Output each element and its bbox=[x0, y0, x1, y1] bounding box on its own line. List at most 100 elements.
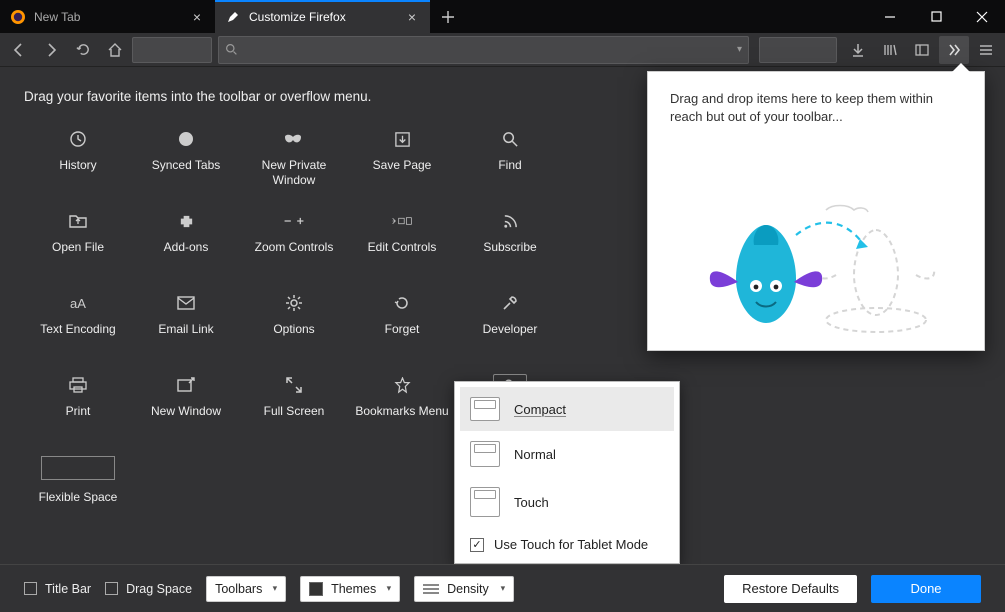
library-button[interactable] bbox=[875, 36, 905, 64]
palette-item-bookmarks-menu[interactable]: Bookmarks Menu bbox=[348, 368, 456, 446]
nav-placeholder-box-2[interactable] bbox=[759, 37, 837, 63]
palette-label: New Window bbox=[151, 404, 221, 419]
character-icon: aA bbox=[67, 292, 89, 314]
svg-text:aA: aA bbox=[70, 296, 86, 311]
palette-item-print[interactable]: Print bbox=[24, 368, 132, 446]
firefox-icon bbox=[10, 9, 26, 25]
palette-item-flexible-space[interactable]: Flexible Space bbox=[24, 450, 132, 505]
density-option-label: Compact bbox=[514, 402, 566, 417]
palette-item-options[interactable]: Options bbox=[240, 286, 348, 364]
palette-item-addons[interactable]: Add-ons bbox=[132, 204, 240, 282]
density-tablet-mode-check[interactable]: ✓ Use Touch for Tablet Mode bbox=[460, 527, 674, 558]
reload-button[interactable] bbox=[68, 36, 98, 64]
palette-label: New Private Window bbox=[244, 158, 344, 188]
restore-defaults-button[interactable]: Restore Defaults bbox=[724, 575, 857, 603]
rss-icon bbox=[499, 210, 521, 232]
palette-item-developer[interactable]: Developer bbox=[456, 286, 564, 364]
forget-icon bbox=[391, 292, 413, 314]
home-button[interactable] bbox=[100, 36, 130, 64]
chevron-down-icon[interactable]: ▾ bbox=[737, 44, 742, 55]
palette-label: Save Page bbox=[373, 158, 432, 173]
tab-new-tab[interactable]: New Tab × bbox=[0, 0, 215, 33]
titlebar-drag-area[interactable] bbox=[466, 0, 867, 33]
new-tab-button[interactable] bbox=[430, 0, 466, 33]
puzzle-icon bbox=[175, 210, 197, 232]
palette-item-private-window[interactable]: New Private Window bbox=[240, 122, 348, 200]
checkbox-icon bbox=[24, 582, 37, 595]
overflow-menu-button[interactable] bbox=[939, 36, 969, 64]
density-option-label: Normal bbox=[514, 447, 556, 462]
palette-label: Subscribe bbox=[483, 240, 536, 255]
tab-customize[interactable]: Customize Firefox × bbox=[215, 0, 430, 33]
palette-label: Add-ons bbox=[164, 240, 209, 255]
density-dropdown[interactable]: Density ▾ bbox=[414, 576, 514, 602]
toolbars-dropdown[interactable]: Toolbars ▾ bbox=[206, 576, 286, 602]
palette-label: Edit Controls bbox=[368, 240, 437, 255]
density-option-touch[interactable]: Touch bbox=[460, 477, 674, 527]
sidebar-button[interactable] bbox=[907, 36, 937, 64]
overflow-drop-panel[interactable]: Drag and drop items here to keep them wi… bbox=[647, 71, 985, 351]
wrench-icon bbox=[499, 292, 521, 314]
palette-label: Options bbox=[273, 322, 314, 337]
window-minimize[interactable] bbox=[867, 0, 913, 33]
theme-swatch-icon bbox=[309, 582, 323, 596]
palette-item-open-file[interactable]: Open File bbox=[24, 204, 132, 282]
palette-label: Synced Tabs bbox=[152, 158, 221, 173]
print-icon bbox=[67, 374, 89, 396]
palette-item-forget[interactable]: Forget bbox=[348, 286, 456, 364]
close-icon[interactable]: × bbox=[404, 9, 420, 25]
nav-placeholder-box[interactable] bbox=[132, 37, 212, 63]
done-button[interactable]: Done bbox=[871, 575, 981, 603]
active-tab-highlight bbox=[215, 0, 430, 2]
tab-title: Customize Firefox bbox=[249, 10, 396, 24]
window-close[interactable] bbox=[959, 0, 1005, 33]
drag-space-checkbox[interactable]: Drag Space bbox=[105, 582, 192, 596]
density-tablet-mode-label: Use Touch for Tablet Mode bbox=[494, 537, 648, 552]
density-thumb-touch bbox=[470, 487, 500, 517]
density-option-normal[interactable]: Normal bbox=[460, 431, 674, 477]
zoom-controls-icon bbox=[283, 210, 305, 232]
customize-footer: Title Bar Drag Space Toolbars ▾ Themes ▾… bbox=[0, 564, 1005, 612]
star-icon bbox=[391, 374, 413, 396]
palette-item-email-link[interactable]: Email Link bbox=[132, 286, 240, 364]
checkbox-label: Drag Space bbox=[126, 582, 192, 596]
synced-tabs-icon bbox=[175, 128, 197, 150]
forward-button[interactable] bbox=[36, 36, 66, 64]
palette-item-new-window[interactable]: New Window bbox=[132, 368, 240, 446]
app-menu-button[interactable] bbox=[971, 36, 1001, 64]
palette-item-subscribe[interactable]: Subscribe bbox=[456, 204, 564, 282]
url-bar[interactable]: ▾ bbox=[218, 36, 749, 64]
themes-dropdown[interactable]: Themes ▾ bbox=[300, 576, 400, 602]
palette-item-save-page[interactable]: Save Page bbox=[348, 122, 456, 200]
palette-item-fullscreen[interactable]: Full Screen bbox=[240, 368, 348, 446]
edit-controls-icon bbox=[391, 210, 413, 232]
title-bar-checkbox[interactable]: Title Bar bbox=[24, 582, 91, 596]
palette-item-edit[interactable]: Edit Controls bbox=[348, 204, 456, 282]
gear-icon bbox=[283, 292, 305, 314]
density-thumb-compact bbox=[470, 397, 500, 421]
mask-icon bbox=[283, 128, 305, 150]
search-icon bbox=[225, 43, 238, 56]
chevron-down-icon: ▾ bbox=[273, 583, 278, 594]
save-icon bbox=[391, 128, 413, 150]
dropdown-label: Toolbars bbox=[215, 582, 262, 596]
downloads-button[interactable] bbox=[843, 36, 873, 64]
close-icon[interactable]: × bbox=[189, 9, 205, 25]
palette-label: Find bbox=[498, 158, 521, 173]
palette-item-history[interactable]: History bbox=[24, 122, 132, 200]
chevron-down-icon: ▾ bbox=[501, 583, 506, 594]
window-maximize[interactable] bbox=[913, 0, 959, 33]
palette-item-synced-tabs[interactable]: Synced Tabs bbox=[132, 122, 240, 200]
density-option-label: Touch bbox=[514, 495, 549, 510]
palette-item-text-encoding[interactable]: aAText Encoding bbox=[24, 286, 132, 364]
checkbox-checked-icon: ✓ bbox=[470, 538, 484, 552]
palette-label: Zoom Controls bbox=[255, 240, 334, 255]
density-option-compact[interactable]: Compact bbox=[460, 387, 674, 431]
palette-item-find[interactable]: Find bbox=[456, 122, 564, 200]
density-popup: Compact Normal Touch ✓ Use Touch for Tab… bbox=[454, 381, 680, 564]
back-button[interactable] bbox=[4, 36, 34, 64]
palette-item-zoom[interactable]: Zoom Controls bbox=[240, 204, 348, 282]
paintbrush-icon bbox=[225, 9, 241, 25]
palette-label: Bookmarks Menu bbox=[355, 404, 448, 419]
search-icon bbox=[499, 128, 521, 150]
